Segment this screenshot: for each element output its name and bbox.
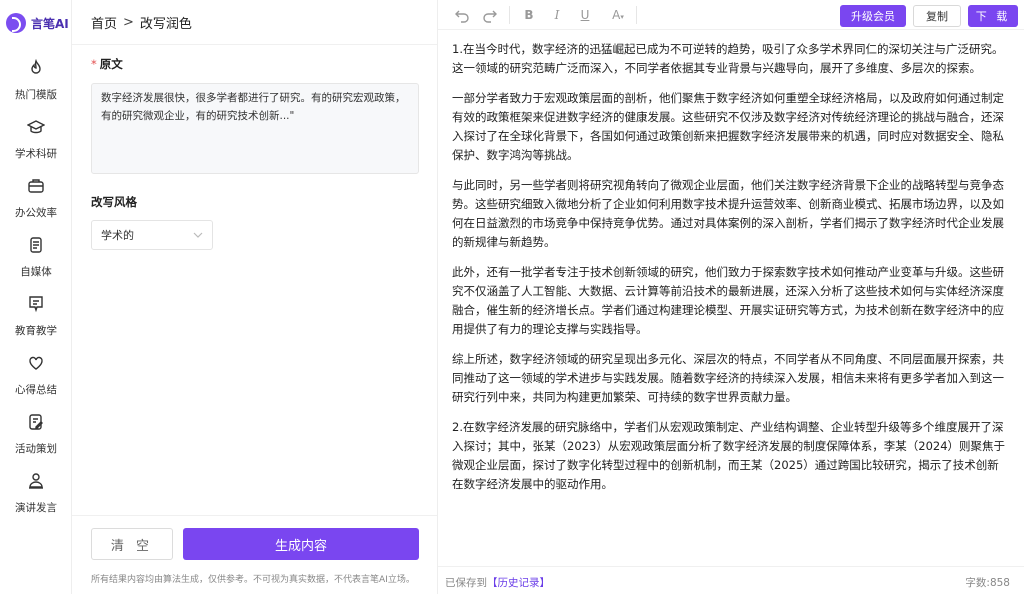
output-panel: B I U A▾ 升级会员 复制 下 载 1.在当今时代，数字经济的迅猛崛起已成… — [438, 0, 1024, 594]
speaker-icon — [29, 473, 43, 489]
editor-toolbar: B I U A▾ 升级会员 复制 下 载 — [438, 0, 1024, 30]
chevron-down-icon — [193, 232, 203, 238]
edit-note-icon — [29, 414, 43, 430]
disclaimer-text: 所有结果内容均由算法生成，仅供参考。不可视为真实数据，不代表言笔AI立场。 — [91, 575, 415, 585]
heart-icon — [29, 356, 43, 370]
source-label-text: 原文 — [99, 57, 123, 71]
briefcase-icon — [28, 179, 44, 193]
sidebar-item-office[interactable]: 办公效率 — [0, 177, 72, 227]
sidebar: 言笔AI 热门模版 学术科研 办公效率 自媒体 教育教学 心得总结 活动策划 演… — [0, 0, 72, 594]
output-paragraph: 1.在当今时代，数字经济的迅猛崛起已成为不可逆转的趋势，吸引了众多学术界同仁的深… — [452, 42, 1004, 75]
breadcrumb: 首页 > 改写润色 — [91, 13, 192, 32]
sidebar-item-label: 心得总结 — [15, 384, 57, 396]
output-paragraph: 一部分学者致力于宏观政策层面的剖析，他们聚焦于数字经济如何重塑全球经济格局，以及… — [452, 91, 1004, 162]
chat-board-icon — [29, 296, 43, 313]
logo-icon — [6, 13, 26, 33]
sidebar-item-label: 演讲发言 — [15, 502, 57, 514]
upgrade-button[interactable]: 升级会员 — [840, 5, 906, 27]
underline-icon[interactable]: U — [577, 7, 593, 23]
output-text[interactable]: 1.在当今时代，数字经济的迅猛崛起已成为不可逆转的趋势，吸引了众多学术界同仁的深… — [452, 40, 1008, 505]
generate-button[interactable]: 生成内容 — [183, 528, 419, 560]
app-name: 言笔AI — [31, 16, 69, 31]
required-mark: * — [91, 57, 97, 71]
italic-icon[interactable]: I — [549, 7, 565, 23]
sidebar-item-academic[interactable]: 学术科研 — [0, 118, 72, 168]
sidebar-item-label: 办公效率 — [15, 207, 57, 219]
output-paragraph: 此外，还有一批学者专注于技术创新领域的研究，他们致力于探索数字技术如何推动产业变… — [452, 265, 1004, 336]
toolbar-divider — [509, 6, 510, 24]
graduation-cap-icon — [27, 120, 45, 134]
input-panel: 首页 > 改写润色 * 原文 数字经济发展很快，很多学者都进行了研究。有的研究宏观… — [72, 0, 438, 594]
sidebar-item-label: 学术科研 — [15, 148, 57, 160]
bold-icon[interactable]: B — [521, 7, 537, 23]
app-logo[interactable]: 言笔AI — [6, 12, 69, 34]
breadcrumb-home[interactable]: 首页 — [91, 13, 117, 32]
redo-icon[interactable] — [482, 7, 498, 23]
sidebar-item-label: 教育教学 — [15, 325, 57, 337]
sidebar-item-label: 自媒体 — [20, 266, 52, 278]
divider — [438, 566, 1024, 567]
style-select[interactable]: 学术的 — [91, 220, 213, 250]
sidebar-item-hot-templates[interactable]: 热门模版 — [0, 59, 72, 109]
divider — [72, 44, 437, 45]
sidebar-item-speech[interactable]: 演讲发言 — [0, 472, 72, 522]
undo-icon[interactable] — [454, 7, 470, 23]
sidebar-item-education[interactable]: 教育教学 — [0, 295, 72, 345]
history-link[interactable]: 【历史记录】 — [487, 577, 550, 589]
toolbar-divider — [636, 6, 637, 24]
sidebar-item-self-media[interactable]: 自媒体 — [0, 236, 72, 286]
style-label: 改写风格 — [91, 195, 137, 209]
document-icon — [30, 237, 42, 253]
clear-button[interactable]: 清 空 — [91, 528, 173, 560]
output-paragraph: 综上所述，数字经济领域的研究呈现出多元化、深层次的特点，不同学者从不同角度、不同… — [452, 352, 1004, 404]
style-select-value: 学术的 — [101, 229, 134, 242]
save-status: 已保存到【历史记录】 — [445, 575, 550, 590]
sidebar-item-summary[interactable]: 心得总结 — [0, 354, 72, 404]
divider — [72, 515, 437, 516]
fire-icon — [31, 59, 41, 74]
source-label: * 原文 — [91, 56, 123, 72]
save-status-text: 已保存到 — [445, 577, 487, 589]
sidebar-item-event-planning[interactable]: 活动策划 — [0, 413, 72, 463]
sidebar-item-label: 热门模版 — [15, 89, 57, 101]
source-text-input[interactable]: 数字经济发展很快，很多学者都进行了研究。有的研究宏观政策，有的研究微观企业，有的… — [91, 83, 419, 174]
output-paragraph: 2.在数字经济发展的研究脉络中，学者们从宏观政策制定、产业结构调整、企业转型升级… — [452, 420, 1006, 491]
breadcrumb-current: 改写润色 — [139, 17, 192, 32]
output-paragraph: 与此同时，另一些学者则将研究视角转向了微观企业层面，他们关注数字经济背景下企业的… — [452, 178, 1004, 249]
app-window: 言笔AI 热门模版 学术科研 办公效率 自媒体 教育教学 心得总结 活动策划 演… — [0, 0, 1024, 594]
font-color-icon[interactable]: A▾ — [607, 7, 629, 23]
download-button[interactable]: 下 载 — [968, 5, 1018, 27]
word-count: 字数:858 — [965, 577, 1010, 589]
sidebar-item-label: 活动策划 — [15, 443, 57, 455]
breadcrumb-separator: > — [123, 15, 134, 30]
copy-button[interactable]: 复制 — [913, 5, 961, 27]
